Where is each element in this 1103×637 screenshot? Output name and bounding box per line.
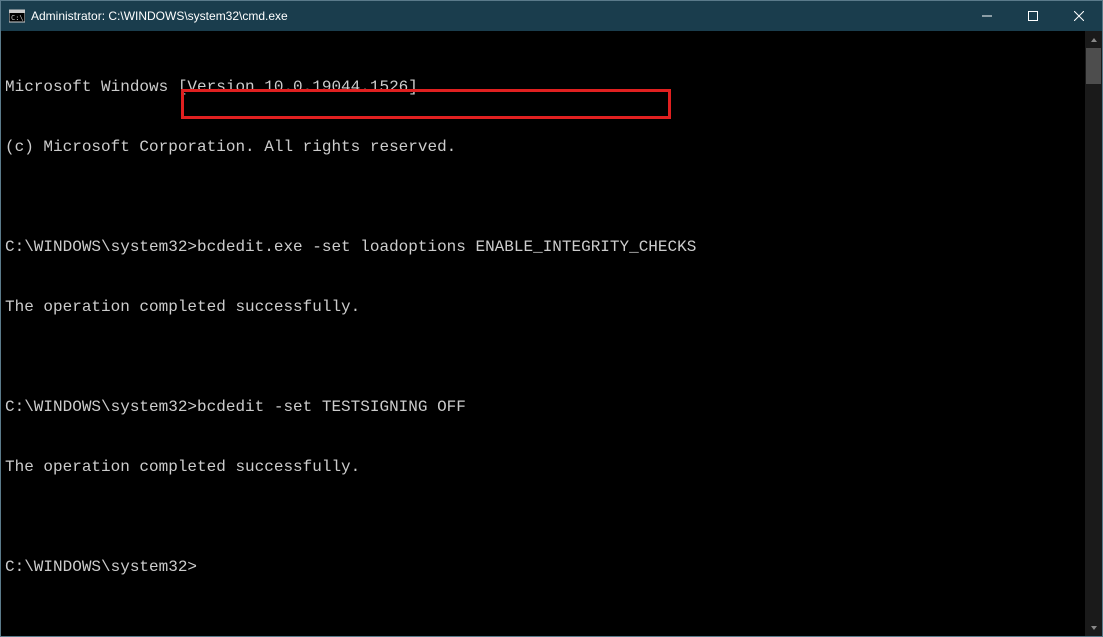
terminal-client-area[interactable]: Microsoft Windows [Version 10.0.19044.15… [1,31,1102,636]
cmd-app-icon: C:\ [9,8,25,24]
scrollbar-thumb[interactable] [1086,48,1101,84]
window-title: Administrator: C:\WINDOWS\system32\cmd.e… [31,9,964,23]
svg-text:C:\: C:\ [11,14,24,22]
scroll-up-button[interactable] [1085,31,1102,48]
terminal-line: The operation completed successfully. [5,297,1084,317]
terminal-output[interactable]: Microsoft Windows [Version 10.0.19044.15… [5,37,1084,632]
maximize-button[interactable] [1010,1,1056,31]
cmd-window: C:\ Administrator: C:\WINDOWS\system32\c… [0,0,1103,637]
window-controls [964,1,1102,31]
vertical-scrollbar[interactable] [1085,31,1102,636]
scrollbar-track[interactable] [1085,48,1102,619]
scroll-down-button[interactable] [1085,619,1102,636]
terminal-line: (c) Microsoft Corporation. All rights re… [5,137,1084,157]
close-button[interactable] [1056,1,1102,31]
terminal-line: C:\WINDOWS\system32> [5,557,1084,577]
terminal-line: C:\WINDOWS\system32>bcdedit -set TESTSIG… [5,397,1084,417]
minimize-button[interactable] [964,1,1010,31]
titlebar[interactable]: C:\ Administrator: C:\WINDOWS\system32\c… [1,1,1102,31]
terminal-line: Microsoft Windows [Version 10.0.19044.15… [5,77,1084,97]
terminal-line: C:\WINDOWS\system32>bcdedit.exe -set loa… [5,237,1084,257]
terminal-line: The operation completed successfully. [5,457,1084,477]
